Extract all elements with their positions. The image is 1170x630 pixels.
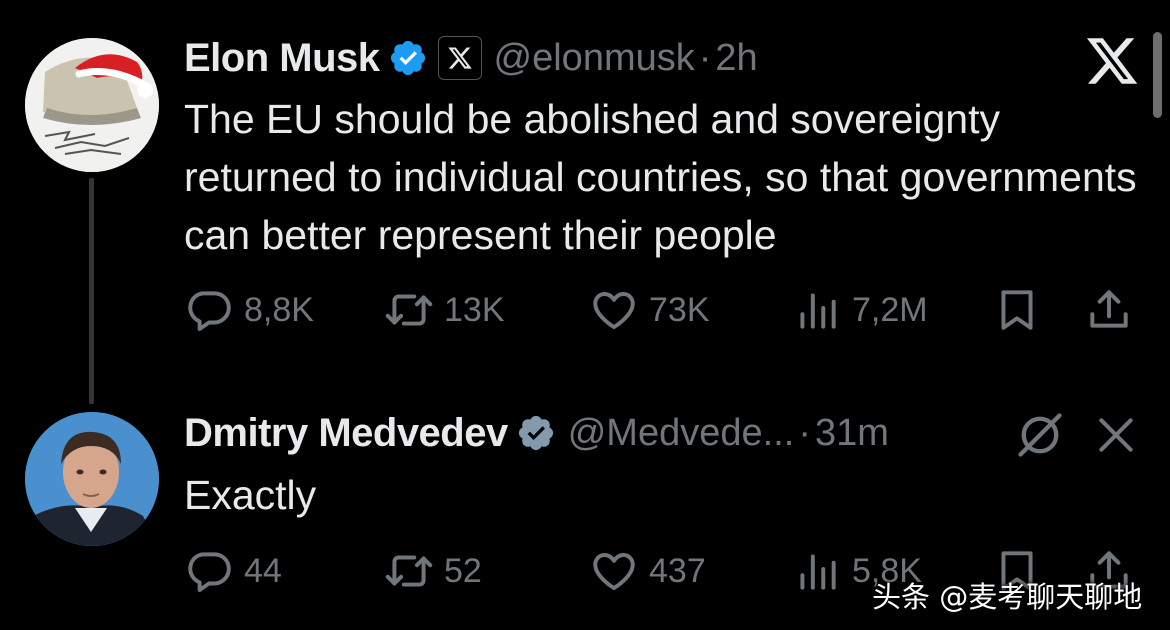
verified-badge-icon[interactable] [388, 38, 428, 78]
repost-count: 52 [444, 551, 482, 590]
slashed-circle-icon[interactable] [1014, 409, 1066, 461]
like-button[interactable]: 73K [589, 285, 710, 335]
x-logo-icon[interactable] [1084, 33, 1140, 89]
heart-icon [593, 552, 635, 591]
share-button[interactable] [1084, 285, 1134, 335]
reply-count: 8,8K [244, 290, 314, 329]
bookmark-button[interactable] [992, 285, 1042, 335]
avatar-image [25, 38, 159, 172]
view-count: 7,2M [852, 290, 928, 329]
reply-text: Exactly [184, 472, 317, 518]
reply-button[interactable]: 8,8K [184, 285, 314, 335]
heart-icon [593, 291, 635, 330]
close-x-icon[interactable] [1094, 413, 1138, 457]
reply-count: 44 [244, 551, 282, 590]
speech-bubble-icon [188, 552, 231, 592]
thread-connector-line [89, 178, 94, 404]
repost-count: 13K [444, 290, 505, 329]
bar-chart-icon [800, 554, 836, 590]
share-upload-icon [1090, 290, 1128, 328]
separator-dot: · [698, 36, 712, 79]
verified-badge-icon[interactable] [516, 413, 556, 453]
avatar-elon-musk[interactable] [25, 38, 159, 172]
author-name[interactable]: Elon Musk [184, 36, 380, 81]
like-count: 437 [649, 551, 706, 590]
bar-chart-icon [800, 293, 836, 329]
separator-dot: · [798, 411, 811, 454]
repost-button[interactable]: 13K [384, 285, 505, 335]
repost-arrows-icon [385, 555, 433, 587]
scrollbar-thumb[interactable] [1153, 32, 1162, 118]
tweet-header: Elon Musk @elonmusk · 2h [184, 34, 758, 82]
repost-arrows-icon [385, 294, 433, 326]
views-button[interactable]: 7,2M [792, 285, 928, 335]
avatar-image [25, 412, 159, 546]
tweet-text: The EU should be abolished and sovereign… [184, 96, 1137, 258]
like-button[interactable]: 437 [589, 546, 706, 596]
tweet-action-bar: 8,8K 13K 73K 7,2M [184, 285, 1144, 335]
x-affiliate-badge-icon[interactable] [437, 36, 482, 80]
bookmark-icon [1001, 290, 1033, 330]
author-handle[interactable]: @Medvede... [568, 412, 795, 455]
tweet-timestamp[interactable]: 2h [715, 37, 757, 80]
author-name[interactable]: Dmitry Medvedev [184, 411, 508, 456]
reply-button[interactable]: 44 [184, 546, 282, 596]
reply-header: Dmitry Medvedev @Medvede... · 31m [184, 409, 889, 457]
speech-bubble-icon [188, 291, 231, 331]
author-handle[interactable]: @elonmusk [494, 37, 695, 80]
reply-timestamp[interactable]: 31m [815, 412, 889, 455]
repost-button[interactable]: 52 [384, 546, 482, 596]
avatar-dmitry-medvedev[interactable] [25, 412, 159, 546]
watermark-text: 头条 @麦考聊天聊地 [872, 580, 1143, 614]
like-count: 73K [649, 290, 710, 329]
